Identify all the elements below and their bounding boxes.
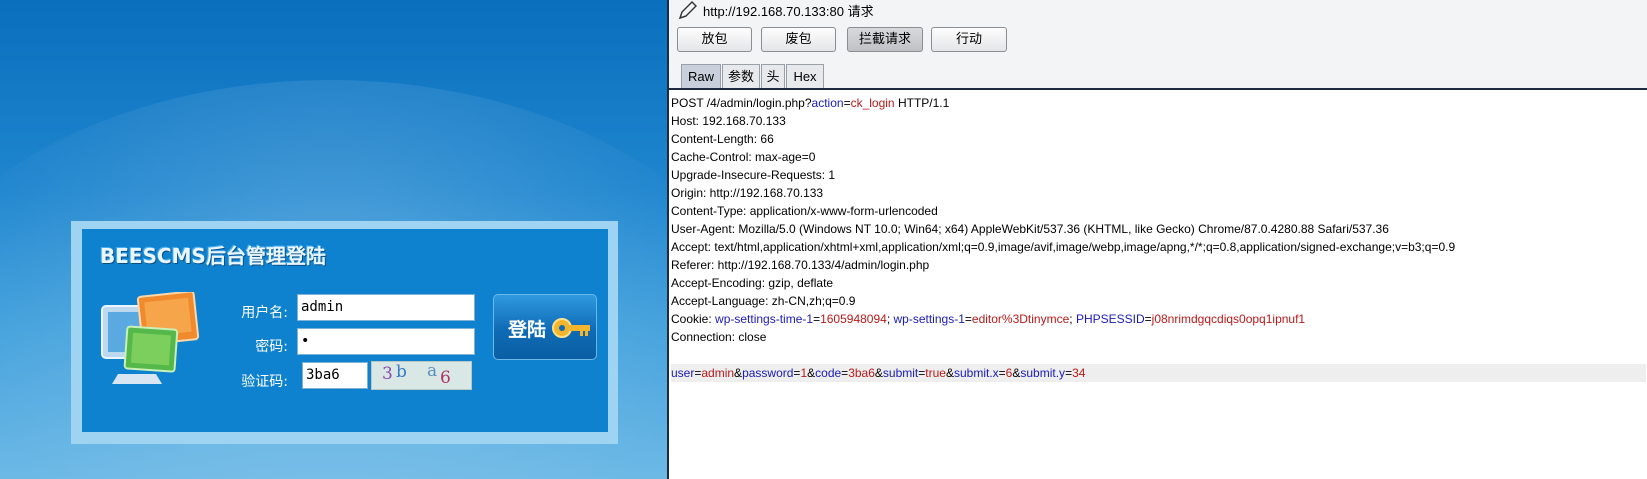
captcha-input[interactable]: 3ba6 [302,362,368,389]
request-url: http://192.168.70.133:80 请求 [703,4,874,19]
header-line: Connection: close [671,330,767,344]
captcha-char: 3 [382,364,393,384]
tab-headers[interactable]: 头 [761,64,785,88]
tab-params[interactable]: 参数 [722,64,760,88]
request-line: POST /4/admin/login.php?action=ck_login … [671,96,950,110]
forward-button[interactable]: 放包 [677,27,752,52]
login-button[interactable]: 登陆 [493,294,597,360]
header-line: Accept-Encoding: gzip, deflate [671,276,834,290]
captcha-char: 6 [440,368,451,388]
computer-monitor-icon [101,292,200,384]
login-button-label: 登陆 [508,319,547,341]
raw-request-editor[interactable]: POST /4/admin/login.php?action=ck_login … [671,94,1646,382]
request-body: user=admin&password=1&code=3ba6&submit=t… [671,364,1646,382]
tab-divider [669,88,1647,90]
header-line: Referer: http://192.168.70.133/4/admin/l… [671,258,930,272]
cookie-line: Cookie: wp-settings-time-1=1605948094; w… [671,312,1306,326]
password-label: 密码: [255,339,288,355]
header-line: Content-Type: application/x-www-form-url… [671,204,938,218]
captcha-image[interactable]: 3 b a 6 [371,361,472,390]
username-input[interactable]: admin [297,294,475,321]
drop-button[interactable]: 废包 [761,27,836,52]
header-line: Cache-Control: max-age=0 [671,150,816,164]
header-line: User-Agent: Mozilla/5.0 (Windows NT 10.0… [671,222,1389,236]
header-line: Accept: text/html,application/xhtml+xml,… [671,240,1456,254]
captcha-char: a [427,361,438,381]
header-line: Accept-Language: zh-CN,zh;q=0.9 [671,294,856,308]
header-line: Upgrade-Insecure-Requests: 1 [671,168,836,182]
tab-raw[interactable]: Raw [681,64,721,88]
key-icon [552,318,590,338]
pencil-icon [678,1,697,20]
captcha-char: b [396,362,407,382]
login-page: BEESCMS后台管理登陆 用户名: admin 密码: • 验证码: 3ba6… [0,0,667,479]
captcha-label: 验证码: [241,374,288,390]
tab-hex[interactable]: Hex [786,64,824,88]
username-label: 用户名: [241,305,288,321]
login-title: BEESCMS后台管理登陆 [100,244,326,268]
header-line: Origin: http://192.168.70.133 [671,186,824,200]
intercept-toggle-button[interactable]: 拦截请求 [847,27,923,52]
password-input[interactable]: • [297,328,475,355]
action-button[interactable]: 行动 [931,27,1007,52]
burp-intercept-panel: http://192.168.70.133:80 请求 放包 废包 拦截请求 行… [667,0,1647,479]
header-line: Content-Length: 66 [671,132,774,146]
header-line: Host: 192.168.70.133 [671,114,786,128]
